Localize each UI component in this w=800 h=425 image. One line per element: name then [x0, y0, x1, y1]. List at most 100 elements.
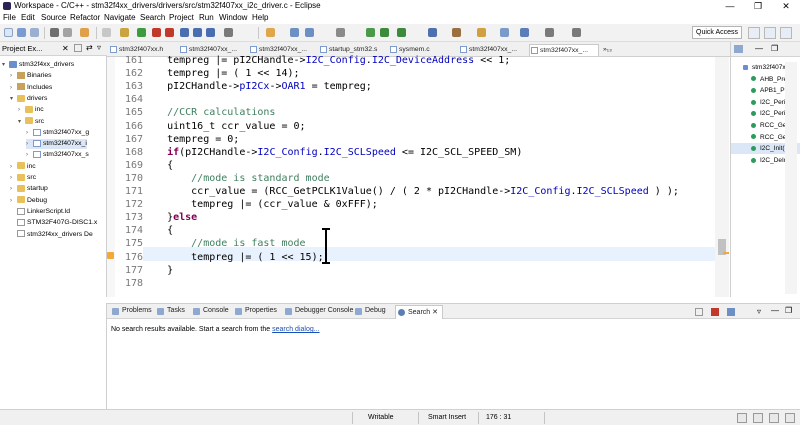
code-line[interactable]: pI2CHandle->pI2Cx->OAR1 = tempreg;	[143, 81, 372, 92]
close-view-icon[interactable]: ✕	[62, 44, 69, 53]
code-line[interactable]: tempreg = 0;	[143, 134, 239, 145]
project-explorer-tab[interactable]: Project Ex...	[2, 44, 42, 53]
tree-item[interactable]: › Includes	[10, 83, 52, 93]
tree-item[interactable]: › Binaries	[10, 71, 52, 81]
collapse-all-icon[interactable]	[74, 44, 82, 52]
bottom-tab[interactable]: Search ✕	[395, 305, 443, 319]
step-into-icon[interactable]	[180, 28, 189, 37]
minimize-view-icon[interactable]: —	[755, 44, 763, 53]
tree-arrow-icon[interactable]: ›	[26, 150, 33, 160]
editor-tab[interactable]: »₁₃	[601, 44, 612, 56]
bottom-tab[interactable]: Console	[193, 307, 229, 315]
bottom-tab[interactable]: Properties	[235, 307, 277, 315]
tree-arrow-icon[interactable]: ›	[10, 196, 17, 206]
tree-item[interactable]: ▾ drivers	[10, 94, 47, 104]
coverage-icon[interactable]	[397, 28, 406, 37]
run-icon[interactable]	[366, 28, 375, 37]
maximize-view-icon[interactable]: ❐	[785, 306, 792, 315]
menu-search[interactable]: Search	[140, 13, 165, 22]
tree-item[interactable]: › inc	[18, 105, 44, 115]
open-type-icon[interactable]	[452, 28, 461, 37]
step-return-icon[interactable]	[206, 28, 215, 37]
menu-navigate[interactable]: Navigate	[104, 13, 136, 22]
skip-breakpoints-icon[interactable]	[102, 28, 111, 37]
tree-item[interactable]: ▾ src	[18, 117, 44, 127]
tree-item[interactable]: › stm32f407xx_i	[26, 139, 87, 150]
close-button[interactable]: ✕	[772, 0, 800, 12]
search-dialog-link[interactable]: search dialog...	[272, 326, 319, 333]
pin-icon[interactable]	[695, 308, 703, 316]
cancel-search-icon[interactable]	[711, 308, 719, 316]
outline-scrollbar[interactable]	[785, 62, 797, 294]
status-console-icon[interactable]	[753, 413, 763, 423]
tree-arrow-icon[interactable]: ›	[10, 71, 17, 81]
code-line[interactable]: tempreg |= (ccr_value & 0xFFF);	[143, 199, 378, 210]
menu-window[interactable]: Window	[219, 13, 247, 22]
tree-arrow-icon[interactable]: ▾	[18, 117, 25, 127]
tree-arrow-icon[interactable]: ›	[26, 139, 33, 149]
link-editor-icon[interactable]: ⇄	[86, 43, 93, 52]
menu-run[interactable]: Run	[199, 13, 214, 22]
menu-source[interactable]: Source	[41, 13, 66, 22]
status-progress-icon[interactable]	[785, 413, 795, 423]
tree-item[interactable]: STM32F407G-DISC1.x	[10, 218, 97, 228]
close-tab-icon[interactable]: ✕	[430, 309, 438, 316]
tree-item[interactable]: ▾ stm32f4xx_drivers	[2, 60, 74, 70]
menu-refactor[interactable]: Refactor	[70, 13, 100, 22]
new-icon[interactable]	[4, 28, 13, 37]
bottom-tab[interactable]: Problems	[112, 307, 152, 315]
code-line[interactable]: {	[143, 160, 173, 171]
code-line[interactable]: if(pI2CHandle->I2C_Config.I2C_SCLSpeed <…	[143, 147, 522, 158]
perspective-icon[interactable]	[748, 27, 760, 39]
code-line[interactable]: }	[143, 265, 173, 276]
edit-icon[interactable]	[477, 28, 486, 37]
code-line[interactable]: uint16_t ccr_value = 0;	[143, 121, 305, 132]
code-line[interactable]: tempreg |= ( 1 << 14);	[143, 68, 299, 79]
tree-item[interactable]: stm32f4xx_drivers De	[10, 230, 93, 240]
bottom-tab[interactable]: Debug	[355, 307, 386, 315]
bottom-tab[interactable]: Debugger Console	[285, 307, 353, 315]
debug-icon[interactable]	[380, 28, 389, 37]
tree-item[interactable]: › stm32f407xx_s	[26, 150, 89, 160]
tree-arrow-icon[interactable]: ▾	[2, 60, 9, 70]
tree-arrow-icon[interactable]: ▾	[10, 94, 17, 104]
tree-arrow-icon[interactable]: ›	[10, 83, 17, 93]
tree-arrow-icon[interactable]: ›	[10, 184, 17, 194]
code-line[interactable]: //mode is fast mode	[143, 238, 305, 249]
overview-warning-mark[interactable]	[723, 252, 729, 254]
status-search-icon[interactable]	[769, 413, 779, 423]
new-source-icon[interactable]	[290, 28, 299, 37]
maximize-view-icon[interactable]: ❐	[771, 44, 778, 53]
bottom-tab[interactable]: Tasks	[157, 307, 185, 315]
disconnect-icon[interactable]	[165, 28, 174, 37]
resume-icon[interactable]	[120, 28, 129, 37]
cpp-perspective-icon[interactable]	[764, 27, 776, 39]
tree-arrow-icon[interactable]: ›	[18, 105, 25, 115]
status-tasks-icon[interactable]	[737, 413, 747, 423]
tree-item[interactable]: › inc	[10, 162, 36, 172]
code-line[interactable]: {	[143, 225, 173, 236]
back-icon[interactable]	[545, 28, 554, 37]
view-menu-icon[interactable]: ▿	[757, 307, 761, 316]
warning-marker-icon[interactable]	[107, 252, 114, 259]
view-menu-icon[interactable]: ▿	[97, 43, 101, 52]
toggle-mark-icon[interactable]	[500, 28, 509, 37]
code-line[interactable]: ccr_value = (RCC_GetPCLK1Value() / ( 2 *…	[143, 186, 679, 197]
tree-arrow-icon[interactable]: ›	[10, 162, 17, 172]
save-icon[interactable]	[17, 28, 26, 37]
code-editor[interactable]: 161 162 163 164 165 166 167 168 169 170 171 172 173 1…	[107, 55, 730, 297]
tree-item[interactable]: LinkerScript.ld	[10, 207, 70, 217]
hammer-icon[interactable]	[80, 28, 89, 37]
external-tools-icon[interactable]	[428, 28, 437, 37]
minimize-view-icon[interactable]: —	[771, 306, 779, 315]
tree-arrow-icon[interactable]: ›	[10, 173, 17, 183]
editor-vertical-scrollbar[interactable]	[715, 57, 729, 297]
build-all-icon[interactable]	[63, 28, 72, 37]
editor-tab[interactable]: stm32f407xx_...	[529, 44, 599, 56]
code-line[interactable]: }else	[143, 212, 197, 223]
tree-item[interactable]: › Debug	[10, 196, 47, 206]
new-folder-icon[interactable]	[266, 28, 275, 37]
step-over-icon[interactable]	[193, 28, 202, 37]
menu-help[interactable]: Help	[252, 13, 268, 22]
instruction-step-icon[interactable]	[224, 28, 233, 37]
